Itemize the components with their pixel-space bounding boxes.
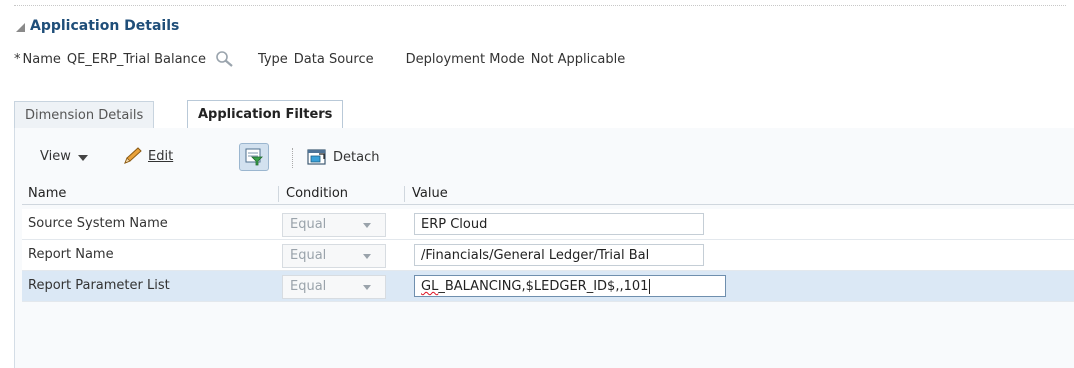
filter-icon <box>245 148 263 166</box>
detach-button[interactable]: Detach <box>306 145 379 169</box>
detach-label: Detach <box>333 149 380 165</box>
filter-name: Source System Name <box>28 216 168 231</box>
filter-name: Report Name <box>28 247 114 262</box>
tab-application-filters[interactable]: Application Filters <box>187 100 344 129</box>
condition-select[interactable]: Equal <box>282 213 386 237</box>
details-row: * Name QE_ERP_Trial Balance Type Data So… <box>14 49 625 69</box>
column-divider[interactable] <box>404 186 405 202</box>
condition-value: Equal <box>290 279 327 294</box>
name-value: QE_ERP_Trial Balance <box>66 51 206 67</box>
collapse-triangle-icon[interactable] <box>16 23 25 32</box>
column-divider[interactable] <box>278 186 279 202</box>
value-input-active[interactable]: GL_BALANCING,$LEDGER_ID$,,101 <box>414 275 726 297</box>
query-by-example-button[interactable] <box>239 143 269 171</box>
detach-icon <box>307 149 326 165</box>
table-row[interactable]: Source System Name Equal ERP Cloud <box>22 209 1074 240</box>
view-menu-button[interactable]: View <box>40 146 88 168</box>
value-input[interactable]: /Financials/General Ledger/Trial Bal <box>414 244 704 266</box>
dropdown-arrow-icon <box>363 285 371 290</box>
condition-select[interactable]: Equal <box>282 275 386 299</box>
edit-button[interactable]: Edit <box>122 144 173 168</box>
toolbar-separator <box>292 148 294 168</box>
view-label: View <box>40 149 71 164</box>
text-cursor <box>649 279 651 294</box>
edit-label: Edit <box>148 148 174 164</box>
deployment-mode-label: Deployment Mode <box>405 51 525 67</box>
deployment-mode-value: Not Applicable <box>530 51 626 67</box>
toolbar: View Edit Detach <box>14 140 1074 176</box>
section-title: Application Details <box>30 18 180 34</box>
table-header: Name Condition Value <box>22 184 1074 205</box>
table-row[interactable]: Report Name Equal /Financials/General Le… <box>22 240 1074 271</box>
tab-strip: Dimension Details Application Filters <box>14 100 1074 129</box>
column-header-value[interactable]: Value <box>412 184 448 204</box>
spellcheck-word: GL <box>421 279 439 294</box>
required-marker: * <box>14 51 21 67</box>
value-text: _BALANCING,$LEDGER_ID$,,101 <box>438 279 649 294</box>
tab-dimension-details[interactable]: Dimension Details <box>14 101 155 128</box>
column-header-name[interactable]: Name <box>28 184 66 204</box>
condition-select[interactable]: Equal <box>282 244 386 268</box>
condition-value: Equal <box>290 217 327 232</box>
value-input[interactable]: ERP Cloud <box>414 213 704 235</box>
section-header[interactable]: Application Details <box>16 16 179 36</box>
condition-value: Equal <box>290 248 327 263</box>
filter-name: Report Parameter List <box>28 278 170 293</box>
pencil-icon <box>124 147 142 164</box>
type-label: Type <box>257 51 288 67</box>
search-icon[interactable] <box>214 50 236 68</box>
dropdown-arrow-icon <box>363 254 371 259</box>
top-divider <box>14 5 1066 6</box>
type-value: Data Source <box>293 51 374 67</box>
chevron-down-icon <box>77 155 88 161</box>
dropdown-arrow-icon <box>363 223 371 228</box>
column-header-condition[interactable]: Condition <box>286 184 348 204</box>
table-row-selected[interactable]: Report Parameter List Equal GL_BALANCING… <box>22 271 1074 302</box>
name-label: Name <box>22 51 61 67</box>
